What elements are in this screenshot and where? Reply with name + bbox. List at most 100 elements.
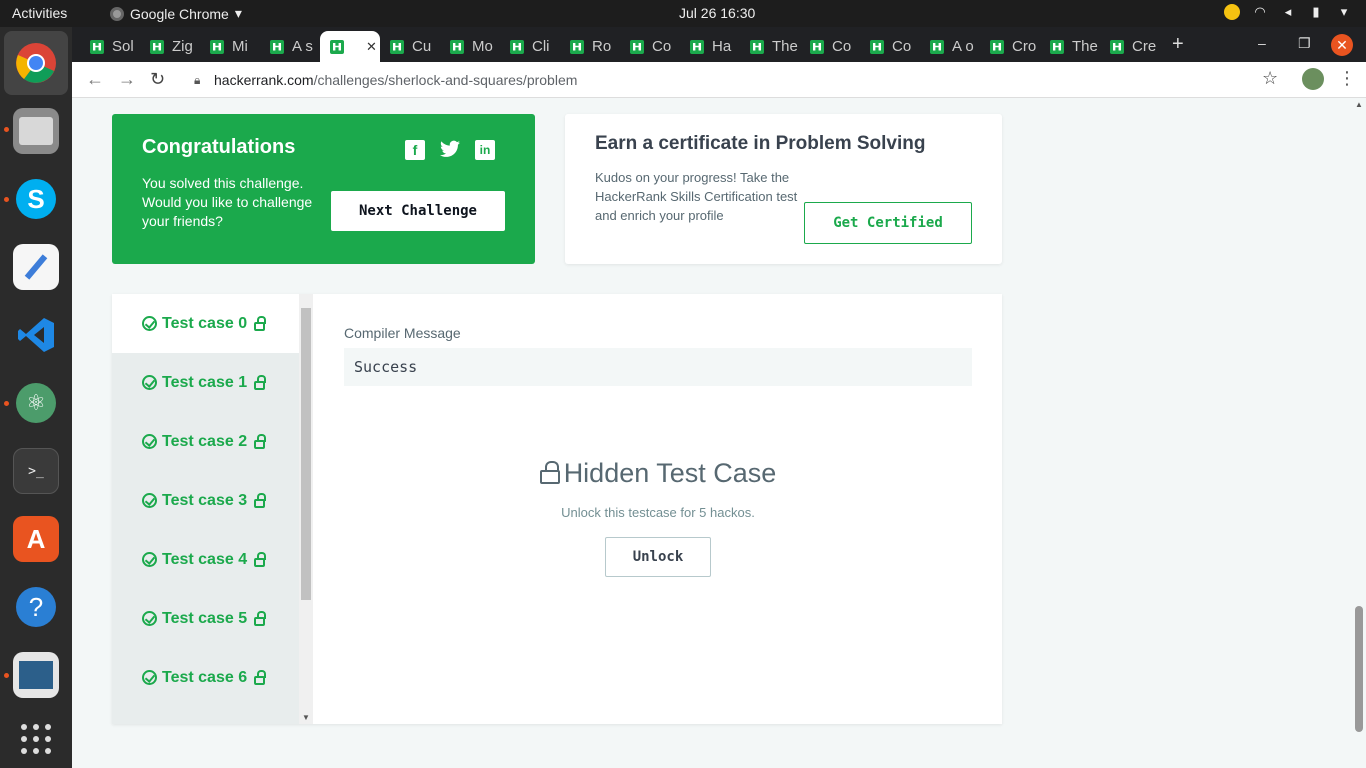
tab[interactable]: Ha [680,31,740,62]
tab[interactable]: A s [260,31,320,62]
tab[interactable]: Zig [140,31,200,62]
url-path: /challenges/sherlock-and-squares/problem [313,72,578,88]
check-circle-icon [142,611,157,626]
hackerrank-favicon-icon [930,39,944,54]
twitter-icon[interactable] [440,140,460,160]
files-dock-icon[interactable] [13,108,59,154]
facebook-icon[interactable]: f [405,140,425,160]
tab[interactable]: Mi [200,31,260,62]
tab-title: Sol [112,38,134,55]
page-scrollbar-thumb[interactable] [1355,606,1363,732]
battery-icon: ▮ [1312,4,1320,19]
system-tray[interactable]: ◠ ◂ ▮ ▾ [1224,4,1352,20]
chrome-dock-icon[interactable] [13,40,59,86]
test-case-item[interactable]: Test case 6 [112,648,299,707]
close-tab-icon[interactable]: ✕ [366,39,377,55]
tab[interactable]: Mo [440,31,500,62]
minimize-button[interactable]: – [1258,35,1266,51]
tab[interactable]: Ro [560,31,620,62]
tab[interactable]: Cu [380,31,440,62]
show-apps-button[interactable] [13,716,59,762]
test-case-item[interactable]: Test case 2 [112,412,299,471]
new-tab-button[interactable]: + [1172,33,1184,56]
hackerrank-favicon-icon [270,39,284,54]
check-circle-icon [142,316,157,331]
vscode-dock-icon[interactable] [13,312,59,358]
profile-avatar[interactable] [1302,68,1324,90]
check-circle-icon [142,434,157,449]
tab-active[interactable]: ✕ [320,31,380,62]
tab[interactable]: Sol [80,31,140,62]
tab-title: Zig [172,38,193,55]
terminal-dock-icon[interactable]: >_ [13,448,59,494]
check-circle-icon [142,493,157,508]
tab[interactable]: Co [620,31,680,62]
lock-icon [254,611,267,626]
reload-button[interactable]: ↻ [150,69,165,90]
close-window-button[interactable]: ✕ [1331,34,1353,56]
back-button[interactable]: ← [86,69,104,90]
chrome-logo-icon [16,43,56,83]
hidden-test-case-subtitle: Unlock this testcase for 5 hackos. [561,505,755,520]
more-menu-icon[interactable]: ⋮ [1338,68,1356,89]
url-input[interactable]: 🔒︎ hackerrank.com/challenges/sherlock-an… [182,66,1292,94]
bookmark-star-icon[interactable]: ☆ [1262,68,1278,89]
test-results-panel: Test case 0 Test case 1 Test case 2 Test ca… [112,294,1002,724]
tab-title: A o [952,38,974,55]
test-case-list-scrollbar[interactable]: ▼ [299,294,313,724]
tab[interactable]: Co [800,31,860,62]
test-case-label: Test case 0 [162,314,248,332]
get-certified-button[interactable]: Get Certified [804,202,972,244]
tab-title: Ro [592,38,612,55]
tab-title: Co [892,38,912,55]
image-viewer-dock-icon[interactable] [13,652,59,698]
linkedin-icon[interactable]: in [475,140,495,160]
hackerrank-favicon-icon [750,39,764,54]
tab[interactable]: Cli [500,31,560,62]
tab[interactable]: The [740,31,800,62]
hackerrank-favicon-icon [870,39,884,54]
test-case-item[interactable]: Test case 1 [112,353,299,412]
hackerrank-favicon-icon [1110,39,1124,54]
hackerrank-favicon-icon [90,39,104,54]
volume-icon: ◂ [1284,4,1292,19]
scroll-up-arrow-icon[interactable]: ▲ [1355,100,1363,109]
test-case-item[interactable]: Test case 0 [112,294,299,353]
certificate-card: Earn a certificate in Problem Solving Ku… [565,114,1002,264]
tab[interactable]: Cro [980,31,1040,62]
tab[interactable]: Cre [1100,31,1160,62]
lock-icon: 🔒︎ [194,73,201,87]
compiler-message-label: Compiler Message [344,325,461,341]
maximize-button[interactable]: ❐ [1298,35,1311,52]
software-dock-icon[interactable]: A [13,516,59,562]
tab[interactable]: The [1040,31,1100,62]
scrollbar-thumb[interactable] [301,308,311,600]
test-case-list[interactable]: Test case 0 Test case 1 Test case 2 Test ca… [112,294,313,724]
tab-title: Mo [472,38,493,55]
skype-dock-icon[interactable]: S [13,176,59,222]
help-dock-icon[interactable]: ? [13,584,59,630]
pencil-icon [24,254,48,280]
clock[interactable]: Jul 26 16:30 [679,5,755,21]
notification-icon[interactable] [1224,4,1240,20]
app-menu[interactable]: Google Chrome ▾ [110,5,242,22]
test-case-item[interactable]: Test case 3 [112,471,299,530]
atom-dock-icon[interactable]: ⚛ [13,380,59,426]
test-case-item[interactable]: Test case 4 [112,530,299,589]
address-bar-row: ← → ↻ 🔒︎ hackerrank.com/challenges/sherl… [72,62,1366,98]
activities-button[interactable]: Activities [12,5,67,21]
forward-button[interactable]: → [118,69,136,90]
next-challenge-button[interactable]: Next Challenge [331,191,505,231]
tab[interactable]: Co [860,31,920,62]
lock-icon [254,434,267,449]
text-editor-dock-icon[interactable] [13,244,59,290]
scroll-down-arrow-icon[interactable]: ▼ [302,713,310,722]
social-share-links: f in [405,140,495,160]
test-case-item[interactable]: Test case 5 [112,589,299,648]
hidden-test-case-heading: Hidden Test Case [344,458,972,489]
unlock-button[interactable]: Unlock [605,537,711,577]
tab-title: Ha [712,38,732,55]
lock-icon [254,552,267,567]
tab[interactable]: A o [920,31,980,62]
page-scrollbar[interactable]: ▲ [1352,98,1366,768]
